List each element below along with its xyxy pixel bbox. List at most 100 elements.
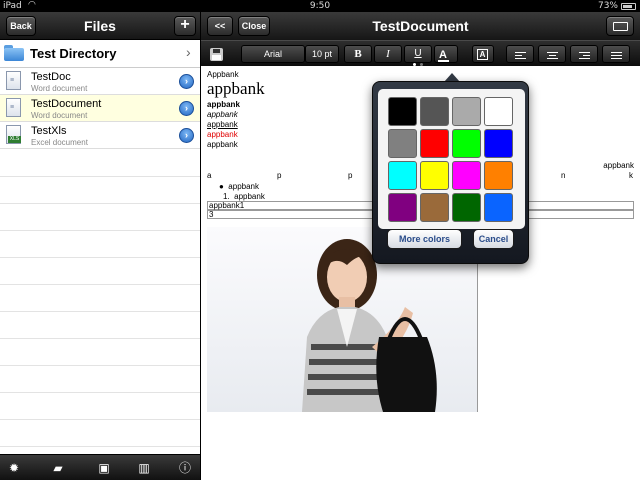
list-separator [0, 392, 200, 393]
italic-button[interactable]: I [374, 45, 402, 63]
doc-line-right-aligned: appbank [603, 161, 634, 170]
align-right-icon [579, 52, 590, 63]
color-swatch[interactable] [388, 97, 417, 126]
excel-doc-icon: XLS [6, 125, 21, 144]
list-separator [0, 419, 200, 420]
color-swatch[interactable] [452, 193, 481, 222]
doc-line: Appbank [207, 70, 239, 79]
highlight-button[interactable]: A [472, 45, 494, 63]
color-swatch[interactable] [420, 193, 449, 222]
files-nav-bar: Back Files + [0, 12, 200, 40]
document-nav-bar: << Close TestDocument [201, 12, 640, 40]
list-separator [0, 365, 200, 366]
chevron-right-icon: › [186, 44, 191, 60]
justify-icon [611, 52, 622, 63]
file-row-testdocument[interactable]: ≡ TestDocument Word document › [0, 95, 200, 122]
battery-icon [621, 3, 636, 10]
color-swatch[interactable] [484, 129, 513, 158]
status-bar: iPad ◠ 9:50 73% [0, 0, 640, 12]
trash-icon[interactable]: ▥ [136, 460, 152, 476]
color-swatch[interactable] [388, 193, 417, 222]
files-title: Files [84, 18, 116, 34]
color-swatch[interactable] [484, 161, 513, 190]
file-name: TestXls [31, 125, 67, 137]
add-button[interactable]: + [174, 16, 196, 36]
file-type: Word document [31, 111, 88, 120]
bullet-item: ● appbank [219, 182, 259, 191]
font-color-button[interactable]: A [434, 45, 458, 63]
file-name: TestDoc [31, 71, 71, 83]
color-swatch[interactable] [388, 129, 417, 158]
cancel-button[interactable]: Cancel [473, 229, 514, 249]
color-swatch-grid [378, 89, 525, 229]
import-folder-icon[interactable]: ▣ [96, 460, 112, 476]
color-swatch[interactable] [420, 161, 449, 190]
list-separator [0, 203, 200, 204]
list-separator [0, 257, 200, 258]
align-center-icon [547, 52, 558, 63]
file-browser-panel: Back Files + Test Directory › ≡ TestDoc … [0, 12, 200, 480]
doc-line-bold: appbank [207, 100, 240, 109]
color-swatch[interactable] [420, 129, 449, 158]
document-title: TestDocument [372, 18, 469, 34]
spread-letter: n [561, 171, 566, 180]
directory-name: Test Directory [30, 46, 117, 61]
detail-disclosure-icon[interactable]: › [179, 128, 194, 143]
app-screen: iPad ◠ 9:50 73% Back Files + Test Direct… [0, 0, 640, 480]
status-time: 9:50 [309, 1, 331, 11]
spread-letter: a [207, 171, 212, 180]
more-colors-button[interactable]: More colors [387, 229, 462, 249]
list-separator [0, 338, 200, 339]
new-folder-icon[interactable]: ▰ [50, 460, 66, 476]
list-separator [0, 446, 200, 447]
align-left-button[interactable] [506, 45, 534, 63]
file-row-testdoc[interactable]: ≡ TestDoc Word document › [0, 68, 200, 95]
highlight-icon: A [477, 49, 488, 60]
detail-disclosure-icon[interactable]: › [179, 101, 194, 116]
justify-button[interactable] [602, 45, 630, 63]
align-center-button[interactable] [538, 45, 566, 63]
list-separator [0, 176, 200, 177]
doc-line: appbank [207, 140, 238, 149]
detail-disclosure-icon[interactable]: › [179, 74, 194, 89]
directory-row[interactable]: Test Directory › [0, 40, 200, 68]
font-name-button[interactable]: Arial [241, 45, 305, 63]
color-swatch[interactable] [484, 193, 513, 222]
spread-letter: p [348, 171, 353, 180]
files-toolbar: ✹ ▰ ▣ ▥ ⓘ [0, 454, 200, 480]
list-separator [0, 311, 200, 312]
bullet-icon: ● [219, 182, 224, 191]
align-left-icon [515, 52, 526, 63]
font-color-icon: A [438, 49, 449, 62]
spread-letter: k [629, 171, 633, 180]
font-size-button[interactable]: 10 pt [305, 45, 339, 63]
file-row-testxls[interactable]: XLS TestXls Excel document › [0, 122, 200, 149]
color-swatch[interactable] [388, 161, 417, 190]
word-doc-icon: ≡ [6, 98, 21, 117]
color-swatch[interactable] [484, 97, 513, 126]
doc-heading: appbank [207, 79, 265, 98]
battery-percent: 73% [597, 1, 618, 11]
doc-line-underline: appbank [207, 120, 238, 129]
underline-button[interactable]: U [404, 45, 432, 63]
file-name: TestDocument [31, 98, 102, 110]
bold-button[interactable]: B [344, 45, 372, 63]
keyboard-button[interactable] [606, 16, 634, 36]
keyboard-icon [613, 22, 628, 31]
info-icon[interactable]: ⓘ [177, 460, 193, 476]
numbered-item: 1. appbank [223, 192, 265, 201]
color-swatch[interactable] [420, 97, 449, 126]
color-swatch[interactable] [452, 129, 481, 158]
list-separator [0, 284, 200, 285]
save-icon[interactable] [210, 48, 223, 61]
color-swatch[interactable] [452, 97, 481, 126]
spread-letter: p [277, 171, 282, 180]
color-swatch[interactable] [452, 161, 481, 190]
align-right-button[interactable] [570, 45, 598, 63]
list-separator [0, 230, 200, 231]
doc-line-red: appbank [207, 130, 238, 139]
gear-icon[interactable]: ✹ [6, 460, 22, 476]
file-type: Word document [31, 84, 88, 93]
file-type: Excel document [31, 138, 88, 147]
word-doc-icon: ≡ [6, 71, 21, 90]
